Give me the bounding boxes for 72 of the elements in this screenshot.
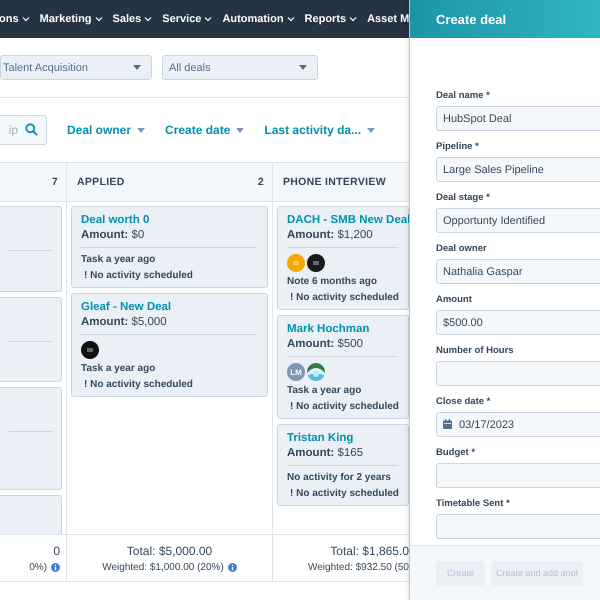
column-count: 2 bbox=[258, 176, 264, 188]
nav-menu-item[interactable]: Marketing bbox=[40, 13, 103, 25]
field-label: Deal stage * bbox=[436, 192, 490, 203]
input-field[interactable]: Large Sales Pipeline bbox=[436, 157, 600, 182]
deal-card[interactable] bbox=[0, 387, 62, 490]
nav-menu-item[interactable]: Service bbox=[162, 13, 212, 25]
info-icon[interactable] bbox=[228, 562, 237, 572]
column-total: Total: $5,000.00 bbox=[126, 544, 212, 558]
filter-dropdown[interactable]: Create date bbox=[165, 123, 244, 137]
input-field[interactable] bbox=[436, 463, 600, 488]
weighted-total: 0%) bbox=[29, 562, 47, 572]
nav-menu-item[interactable]: Automation bbox=[222, 13, 295, 25]
filter-dropdown[interactable]: Talent Acquisition bbox=[0, 55, 152, 80]
weighted-total: Weighted: $932.50 (50 bbox=[308, 562, 409, 572]
input-field[interactable] bbox=[436, 361, 600, 386]
deal-card[interactable]: Mark Hochman Amount: $500 LM Task a year ago ! No activity scheduled bbox=[277, 315, 409, 419]
deal-card[interactable]: Deal worth 0 Amount: $0 Task a year ago ! No activity scheduled bbox=[71, 206, 268, 288]
last-activity: Note 6 months ago bbox=[287, 276, 378, 287]
avatar: LM bbox=[287, 363, 305, 381]
last-activity: Task a year ago bbox=[81, 363, 156, 374]
input-field[interactable]: Opportunty Identified bbox=[436, 208, 600, 233]
weighted-total: Weighted: $1,000.00 (20%) bbox=[102, 562, 224, 572]
last-activity: Task a year ago bbox=[81, 254, 156, 265]
caret-icon bbox=[299, 65, 307, 70]
column-title: PHONE INTERVIEW bbox=[283, 176, 386, 188]
filter-dropdown[interactable]: Deal owner bbox=[67, 123, 146, 137]
next-activity: ! No activity scheduled bbox=[289, 488, 399, 499]
deal-amount: Amount: $500 bbox=[287, 338, 364, 350]
input-field[interactable]: HubSpot Deal bbox=[436, 106, 600, 131]
nav-menu-item[interactable]: Asset M bbox=[367, 13, 409, 25]
info-icon[interactable] bbox=[51, 562, 60, 572]
field-label: Deal name * bbox=[436, 90, 490, 101]
column-total: Total: $1,865.0 bbox=[330, 544, 409, 558]
field-label: Pipeline * bbox=[436, 141, 479, 152]
search-icon[interactable] bbox=[25, 123, 38, 136]
column-title: APPLIED bbox=[77, 176, 125, 188]
field-label: Close date * bbox=[436, 396, 490, 407]
last-activity: Task a year ago bbox=[287, 385, 362, 396]
nav-menu-item[interactable]: Sales bbox=[112, 13, 152, 25]
field-label: Timetable Sent * bbox=[436, 498, 510, 509]
next-activity: ! No activity scheduled bbox=[83, 270, 193, 281]
column-count: 7 bbox=[52, 176, 58, 188]
next-activity: ! No activity scheduled bbox=[83, 379, 193, 390]
caret-icon bbox=[133, 65, 141, 70]
deal-card[interactable] bbox=[0, 297, 62, 382]
deal-card[interactable] bbox=[0, 206, 62, 292]
search-field[interactable]: ip bbox=[0, 115, 47, 145]
deal-card[interactable]: Tristan King Amount: $165 No activity for 2 years ! No activity scheduled bbox=[277, 424, 409, 506]
nav-menu-item[interactable]: Reports bbox=[304, 13, 358, 25]
deal-amount: Amount: $0 bbox=[81, 229, 144, 241]
deal-amount: Amount: $1,200 bbox=[287, 229, 373, 241]
column-total: 0 bbox=[53, 544, 60, 558]
input-field[interactable]: Nathalia Gaspar bbox=[436, 259, 600, 284]
caret-icon bbox=[236, 128, 244, 132]
deal-amount: Amount: $5,000 bbox=[81, 316, 167, 328]
filter-dropdown[interactable]: Last activity da... bbox=[264, 123, 376, 137]
deal-card[interactable]: Gleaf - New Deal Amount: $5,000 Task a year ago ! No activity scheduled bbox=[71, 293, 268, 397]
caret-icon bbox=[367, 128, 376, 132]
field-label: Deal owner bbox=[436, 243, 487, 254]
field-label: Budget * bbox=[436, 447, 476, 458]
filter-dropdown[interactable]: All deals bbox=[162, 55, 318, 80]
last-activity: No activity for 2 years bbox=[287, 472, 391, 483]
panel-title: Create deal bbox=[436, 12, 506, 26]
field-label: Number of Hours bbox=[436, 345, 514, 356]
input-field[interactable] bbox=[436, 514, 600, 539]
deal-amount: Amount: $165 bbox=[287, 447, 364, 459]
date-field[interactable]: 03/17/2023 bbox=[436, 412, 600, 437]
caret-icon bbox=[137, 128, 146, 132]
input-field[interactable]: $500.00 bbox=[436, 310, 600, 335]
next-activity: ! No activity scheduled bbox=[289, 401, 399, 412]
next-activity: ! No activity scheduled bbox=[289, 292, 399, 303]
field-label: Amount bbox=[436, 294, 472, 305]
